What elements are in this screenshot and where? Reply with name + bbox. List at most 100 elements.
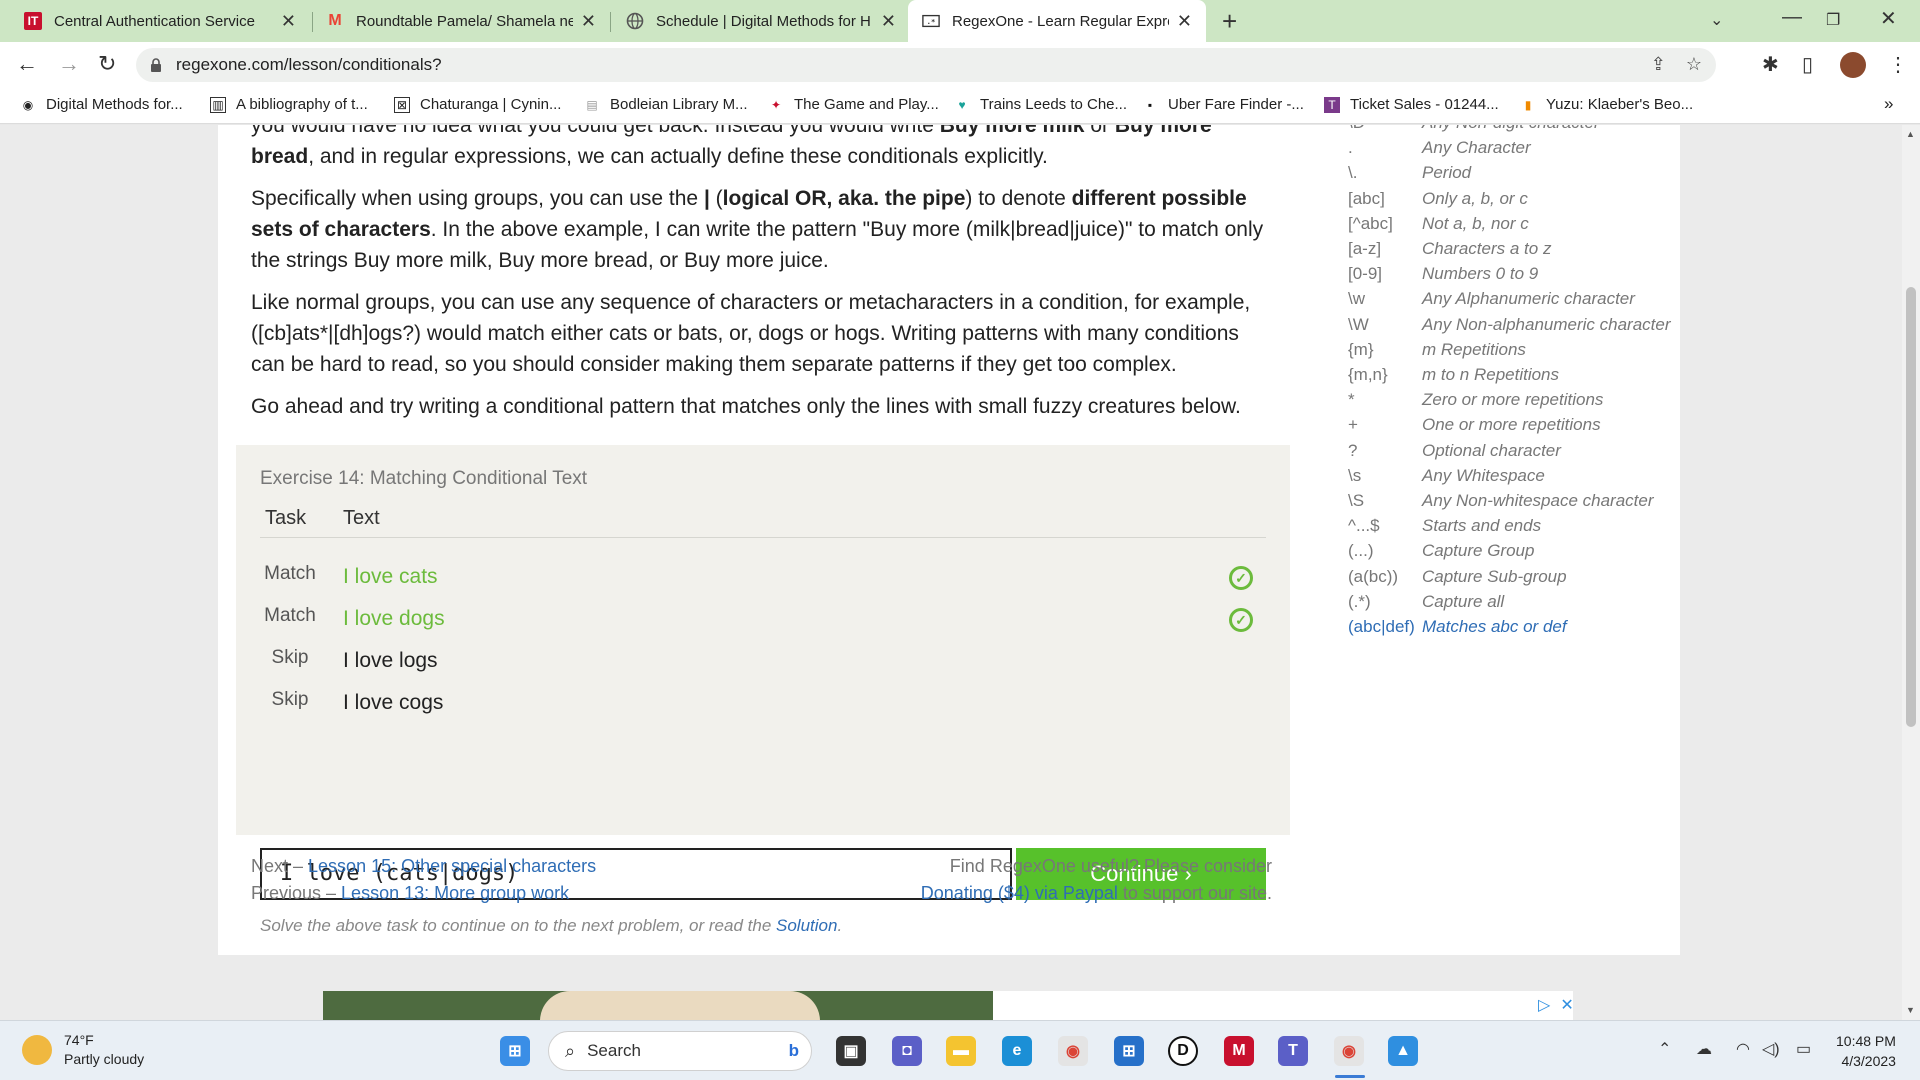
ad-controls: ▷ ✕ <box>1538 995 1574 1015</box>
store-icon[interactable]: ⊞ <box>1114 1036 1144 1066</box>
tab-search-icon[interactable]: ⌄ <box>1710 10 1723 30</box>
start-windows-icon[interactable]: ⊞ <box>500 1036 530 1066</box>
tab-cas[interactable]: IT Central Authentication Service ✕ <box>10 0 310 42</box>
close-tab-icon[interactable]: ✕ <box>1177 11 1192 32</box>
chrome-profile-icon[interactable]: ◉ <box>1334 1036 1364 1066</box>
profile-avatar[interactable] <box>1840 52 1866 78</box>
cheatsheet: \DAny Non-digit character .Any Character… <box>1348 125 1671 639</box>
bookmark-item[interactable]: ▪ Uber Fare Finder -... <box>1142 96 1304 113</box>
wifi-icon[interactable]: ◠ <box>1736 1039 1750 1059</box>
bookmark-label: Uber Fare Finder -... <box>1168 96 1304 113</box>
lesson-text: you would have no idea what you could ge… <box>251 125 1273 433</box>
uber-icon: ▪ <box>1147 97 1153 112</box>
photos-icon[interactable]: ▲ <box>1388 1036 1418 1066</box>
new-tab-icon[interactable]: + <box>1222 6 1237 37</box>
show-hidden-icons-icon[interactable]: ⌃ <box>1658 1039 1671 1059</box>
bookmark-item[interactable]: ▤ Bodleian Library M... <box>584 96 747 113</box>
cheatsheet-row: * Zero or more repetitions <box>1348 390 1604 410</box>
bookmark-item[interactable]: ▥ A bibliography of t... <box>210 96 368 113</box>
bookmark-item[interactable]: T Ticket Sales - 01244... <box>1324 96 1499 113</box>
share-icon[interactable]: ⇪ <box>1651 54 1666 75</box>
bookmark-item[interactable]: ✦ The Game and Play... <box>768 96 939 113</box>
advertisement-banner[interactable] <box>993 991 1573 1020</box>
bing-icon[interactable]: b <box>789 1041 799 1061</box>
browser-toolbar: ← → ↻ regexone.com/lesson/conditionals? … <box>0 42 1920 88</box>
back-icon[interactable]: ← <box>16 51 38 77</box>
weather-partly-cloudy-icon[interactable] <box>22 1035 52 1065</box>
cheatsheet-row: (.*) Capture all <box>1348 591 1505 611</box>
cheatsheet-row: (...) Capture Group <box>1348 541 1535 561</box>
adchoices-icon[interactable]: ▷ <box>1538 995 1550 1015</box>
cheatsheet-row: \W Any Non-alphanumeric character <box>1348 314 1671 334</box>
tab-schedule[interactable]: Schedule | Digital Methods for H ✕ <box>612 0 910 42</box>
task-text: I love dogs <box>343 607 445 630</box>
onedrive-icon[interactable]: ☁ <box>1696 1039 1712 1059</box>
page-viewport: you would have no idea what you could ge… <box>0 125 1902 1020</box>
volume-icon[interactable]: ◁) <box>1762 1039 1780 1059</box>
scrollbar[interactable]: ▲ ▼ <box>1902 125 1920 1020</box>
dell-icon[interactable]: D <box>1168 1036 1198 1066</box>
checkmark-icon: ✓ <box>1229 566 1253 590</box>
battery-icon[interactable]: ▭ <box>1796 1039 1811 1059</box>
close-window-icon[interactable]: ✕ <box>1880 6 1897 31</box>
bookmark-item[interactable]: ⊠ Chaturanga | Cynin... <box>394 96 561 113</box>
bookmark-label: Ticket Sales - 01244... <box>1350 96 1499 113</box>
scroll-thumb[interactable] <box>1906 287 1916 727</box>
chrome-icon[interactable]: ◉ <box>1058 1036 1088 1066</box>
bookmark-item[interactable]: ◉ Digital Methods for... <box>20 96 183 113</box>
lock-icon[interactable] <box>150 58 162 72</box>
address-bar[interactable]: regexone.com/lesson/conditionals? ⇪ ☆ <box>136 48 1716 82</box>
solution-link[interactable]: Solution <box>776 916 837 935</box>
clock-date: 4/3/2023 <box>1841 1053 1896 1069</box>
more-bookmarks-icon[interactable]: » <box>1884 94 1893 114</box>
extensions-icon[interactable]: ✱ <box>1762 52 1779 77</box>
bookmark-star-icon[interactable]: ☆ <box>1686 54 1702 75</box>
teams-icon[interactable]: T <box>1278 1036 1308 1066</box>
donate-link[interactable]: Donating ($4) via Paypal <box>921 883 1118 903</box>
file-explorer-icon[interactable]: ▬ <box>946 1036 976 1066</box>
bookmark-label: Yuzu: Klaeber's Beo... <box>1546 96 1694 113</box>
weather-widget[interactable]: 74°F Partly cloudy <box>64 1031 144 1069</box>
cheatsheet-row: \w Any Alphanumeric character <box>1348 289 1635 309</box>
close-tab-icon[interactable]: ✕ <box>581 11 596 32</box>
cheatsheet-row: \. Period <box>1348 163 1472 183</box>
tab-gmail[interactable]: M Roundtable Pamela/ Shamela ne ✕ <box>312 0 610 42</box>
teams-chat-icon[interactable]: ◘ <box>892 1036 922 1066</box>
system-clock[interactable]: 10:48 PM 4/3/2023 <box>1836 1031 1896 1071</box>
next-lesson-link[interactable]: Lesson 15: Other special characters <box>308 856 596 876</box>
lesson-paragraph: you would have no idea what you could ge… <box>251 125 1212 168</box>
taskbar-search[interactable]: ⌕ Search b <box>548 1031 812 1071</box>
cheatsheet-row: + One or more repetitions <box>1348 415 1601 435</box>
gmail-icon: M <box>328 12 342 29</box>
bookmark-item[interactable]: ▮ Yuzu: Klaeber's Beo... <box>1520 96 1693 113</box>
chaturanga-icon: ⊠ <box>394 96 410 113</box>
forward-icon[interactable]: → <box>58 51 80 77</box>
close-tab-icon[interactable]: ✕ <box>881 11 896 32</box>
tab-separator <box>610 12 611 32</box>
reload-icon[interactable]: ↻ <box>98 51 116 77</box>
scroll-down-icon[interactable]: ▼ <box>1906 1005 1915 1015</box>
previous-lesson-link[interactable]: Lesson 13: More group work <box>341 883 569 903</box>
side-panel-icon[interactable]: ▯ <box>1802 52 1813 77</box>
close-ad-icon[interactable]: ✕ <box>1560 995 1573 1015</box>
task-view-icon[interactable]: ▣ <box>836 1036 866 1066</box>
minimize-icon[interactable]: — <box>1782 6 1802 29</box>
bookmarks-bar: ◉ Digital Methods for... ▥ A bibliography … <box>0 88 1920 124</box>
game-icon: ✦ <box>770 97 782 112</box>
divider <box>260 537 1266 538</box>
task-label: Skip <box>271 647 309 668</box>
edge-icon[interactable]: e <box>1002 1036 1032 1066</box>
scroll-up-icon[interactable]: ▲ <box>1906 129 1915 139</box>
menu-icon[interactable]: ⋮ <box>1888 52 1908 77</box>
tab-regexone[interactable]: .* RegexOne - Learn Regular Expres ✕ <box>908 0 1206 42</box>
cheatsheet-row: (a(bc)) Capture Sub-group <box>1348 566 1567 586</box>
active-app-indicator <box>1335 1075 1365 1078</box>
restore-icon[interactable]: ❐ <box>1826 10 1840 30</box>
bookmark-item[interactable]: ♥ Trains Leeds to Che... <box>954 96 1127 113</box>
trainline-icon: ♥ <box>958 97 966 112</box>
close-tab-icon[interactable]: ✕ <box>281 11 296 32</box>
tab-title: RegexOne - Learn Regular Expres <box>952 12 1169 30</box>
mcafee-icon[interactable]: M <box>1224 1036 1254 1066</box>
lesson-paragraph: Go ahead and try writing a conditional p… <box>251 395 1241 418</box>
bookmark-label: Digital Methods for... <box>46 96 183 113</box>
